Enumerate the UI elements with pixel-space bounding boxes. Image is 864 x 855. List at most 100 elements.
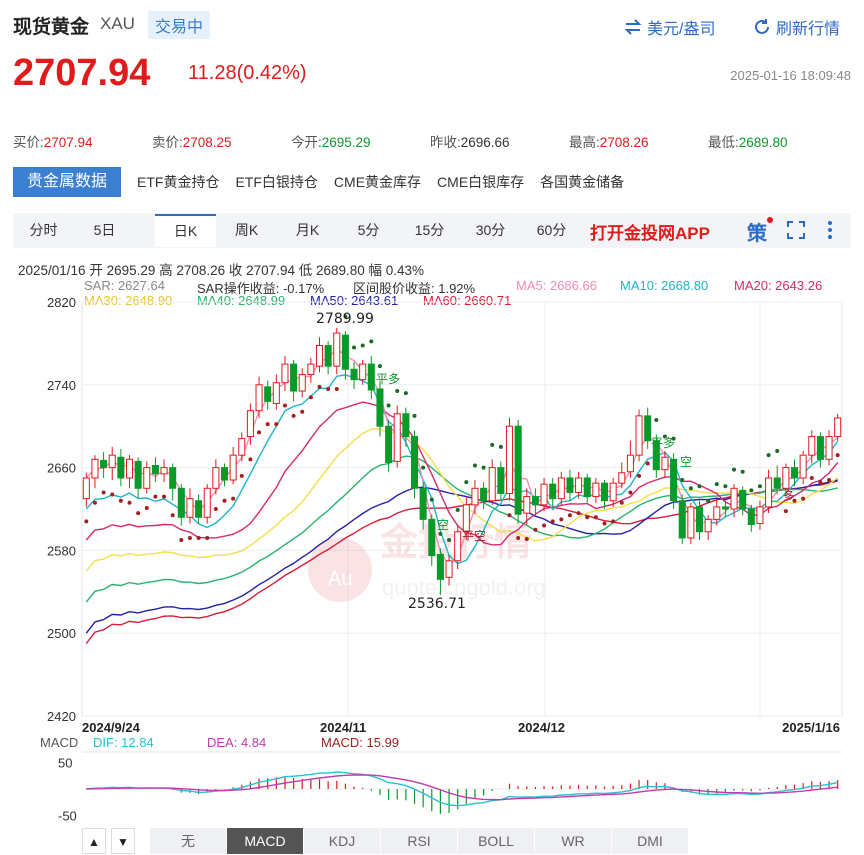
sar-dot [688, 486, 693, 491]
candle-up [626, 454, 634, 473]
sar-dot [706, 498, 711, 503]
sar-dot [645, 461, 650, 466]
candle-up [730, 487, 738, 510]
candle-up [307, 363, 315, 375]
sar-dot [766, 453, 771, 458]
dea-line [86, 774, 838, 801]
sar-dot [231, 496, 236, 501]
sar-dot [205, 535, 210, 540]
candle-down [385, 425, 393, 463]
candle-up [756, 506, 764, 524]
kline-chart[interactable]: Au 金投行情 quote.cngold.org 282027402660258… [0, 0, 864, 855]
sar-dot [490, 442, 495, 447]
sar-dot [248, 457, 253, 462]
candle-down [678, 500, 686, 539]
chart-annotation: 多 [783, 489, 795, 503]
candle-up [592, 482, 600, 498]
candle-down [195, 500, 203, 518]
sar-dot [369, 339, 374, 344]
y-tick-label: 2580 [47, 543, 76, 558]
sar-dot [222, 498, 227, 503]
sar-dot [257, 430, 262, 435]
sar-dot [801, 496, 806, 501]
sar-dot [567, 513, 572, 518]
candle-down [436, 554, 444, 580]
sar-dot [455, 508, 460, 513]
sar-dot [187, 535, 192, 540]
indicator-tab-macd[interactable]: MACD [227, 828, 304, 854]
sar-dot [179, 538, 184, 543]
sar-dot [637, 473, 642, 478]
sar-dot [809, 475, 814, 480]
candle-down [721, 506, 729, 510]
sar-dot [265, 422, 270, 427]
candle-up [825, 436, 833, 460]
sar-dot [498, 444, 503, 449]
candle-down [419, 487, 427, 520]
sar-dot [472, 463, 477, 468]
macd-dea: DEA: 4.84 [207, 735, 267, 750]
indicator-tab-dmi[interactable]: DMI [612, 828, 689, 854]
sar-dot [153, 494, 158, 499]
scroll-up-button[interactable]: ▲ [82, 828, 106, 854]
sar-dot [386, 403, 391, 408]
sar-dot [438, 531, 443, 536]
scroll-down-button[interactable]: ▼ [111, 828, 135, 854]
sar-dot [352, 345, 357, 350]
candle-up [687, 506, 695, 539]
y-tick-label: 2660 [47, 461, 76, 476]
candle-up [799, 454, 807, 479]
indicator-tab-boll[interactable]: BOLL [458, 828, 535, 854]
candle-up [203, 487, 211, 518]
candle-down [644, 415, 652, 442]
candle-down [350, 368, 358, 381]
candle-down [376, 388, 384, 427]
candle-down [816, 436, 824, 460]
sar-dot [403, 391, 408, 396]
watermark-logo-text: Au [328, 568, 352, 590]
candle-down [169, 467, 177, 489]
chart-annotation: 平多 [376, 372, 400, 386]
candle-up [462, 504, 470, 533]
indicator-tab-rsi[interactable]: RSI [381, 828, 458, 854]
candle-up [704, 518, 712, 533]
macd-value: MACD: 15.99 [321, 735, 400, 750]
sar-dot [481, 465, 486, 470]
candle-up [393, 413, 401, 462]
candle-up [82, 477, 90, 500]
candle-down [549, 483, 557, 500]
sar-dot [136, 511, 141, 516]
candle-up [540, 483, 548, 506]
candle-down [367, 363, 375, 391]
candle-up [834, 417, 842, 438]
sar-dot [533, 527, 538, 532]
sar-dot [602, 521, 607, 526]
candle-down [773, 477, 781, 489]
sar-dot [334, 386, 339, 391]
candle-up [359, 363, 367, 381]
candle-up [186, 498, 194, 518]
candle-up [160, 467, 168, 475]
chart-annotation: 2789.99 [316, 311, 374, 327]
indicator-tab-kdj[interactable]: KDJ [304, 828, 381, 854]
candle-up [471, 487, 479, 506]
candle-up [445, 560, 453, 578]
sar-dot [162, 494, 167, 499]
candle-up [333, 332, 341, 367]
sar-dot [429, 497, 434, 502]
sar-dot [619, 500, 624, 505]
sar-dot [412, 413, 417, 418]
candle-down [100, 459, 108, 469]
sar-dot [213, 507, 218, 511]
sar-dot [835, 453, 840, 458]
candle-up [246, 410, 254, 438]
sar-dot [714, 482, 719, 487]
sar-dot [118, 498, 123, 503]
candle-down [134, 460, 142, 489]
indicator-tab-wr[interactable]: WR [535, 828, 612, 854]
candle-down [117, 456, 125, 479]
indicator-tab-none[interactable]: 无 [150, 828, 227, 854]
sar-dot [697, 484, 702, 489]
candle-up [765, 477, 773, 508]
sar-dot [127, 500, 132, 505]
